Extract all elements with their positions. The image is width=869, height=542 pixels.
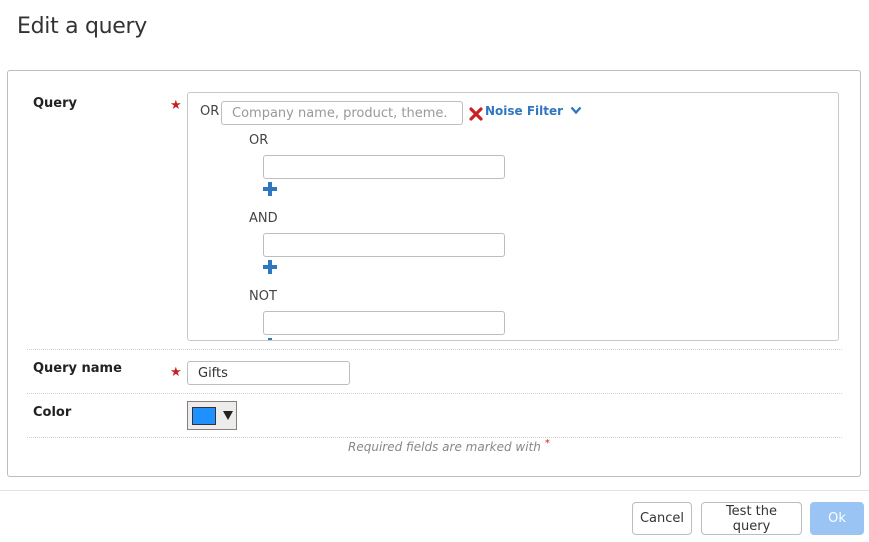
cancel-button[interactable]: Cancel [632, 502, 692, 535]
chevron-down-icon [570, 106, 582, 115]
noise-filter-toggle[interactable]: Noise Filter [485, 104, 582, 118]
footer-rule [0, 490, 869, 491]
required-note-marker: * [544, 438, 550, 449]
add-or-term-plus-icon[interactable] [263, 182, 277, 196]
noise-filter-label: Noise Filter [485, 104, 564, 118]
query-term-input[interactable] [221, 101, 463, 125]
dialog-title: Edit a query [17, 14, 147, 39]
divider [27, 437, 842, 438]
required-star-icon: ★ [170, 98, 182, 113]
query-name-input[interactable] [187, 361, 350, 385]
divider [27, 349, 842, 350]
required-note-text: Required fields are marked with [348, 440, 541, 454]
operator-and: AND [249, 211, 278, 226]
divider [27, 393, 842, 394]
or-term-input[interactable] [263, 155, 505, 179]
required-star-icon: ★ [170, 365, 182, 380]
query-name-label: Query name [33, 361, 122, 376]
remove-term-icon[interactable] [469, 107, 483, 121]
color-picker[interactable] [187, 401, 237, 430]
add-and-term-plus-icon[interactable] [263, 260, 277, 274]
not-term-input[interactable] [263, 311, 505, 335]
query-label: Query [33, 96, 78, 111]
add-not-term-plus-icon[interactable] [263, 338, 277, 340]
color-swatch [192, 407, 216, 425]
test-query-button[interactable]: Test the query [701, 502, 802, 535]
color-label: Color [33, 405, 72, 420]
required-note: Required fields are marked with * [348, 438, 550, 454]
and-term-input[interactable] [263, 233, 505, 257]
query-builder[interactable]: OR Noise Filter OR AND NOT [187, 92, 839, 341]
ok-button[interactable]: Ok [810, 502, 864, 535]
operator-not: NOT [249, 289, 277, 304]
operator-or: OR [249, 133, 269, 148]
top-operator: OR [200, 104, 220, 119]
caret-down-icon [223, 411, 233, 420]
